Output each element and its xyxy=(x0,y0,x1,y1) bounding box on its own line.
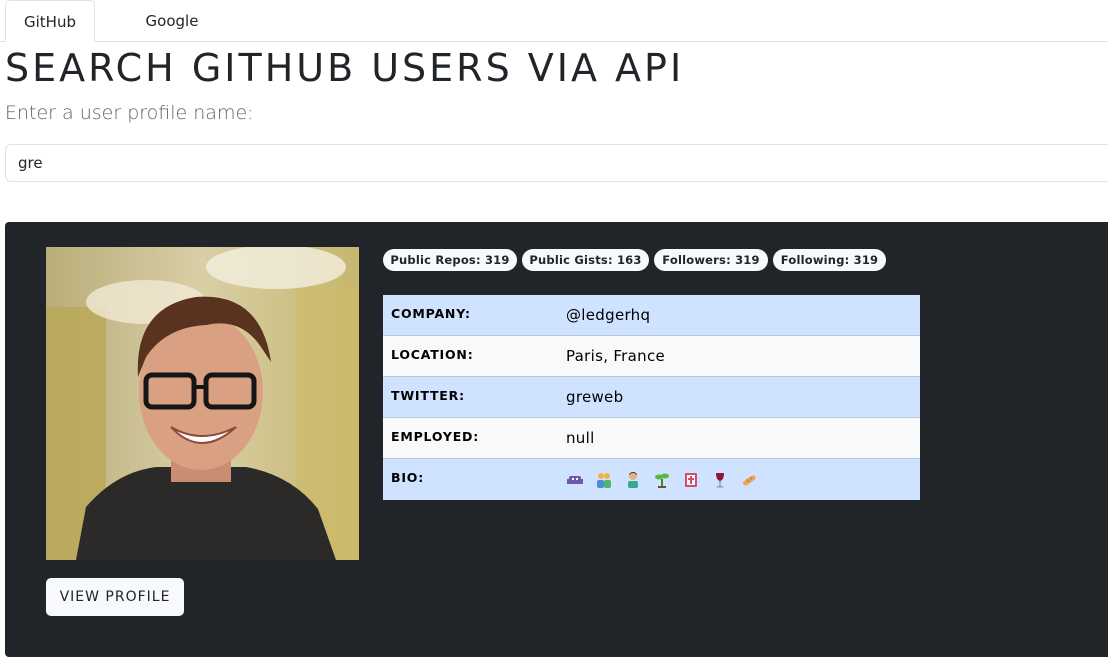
view-profile-button[interactable]: VIEW PROFILE xyxy=(46,578,184,616)
book-icon xyxy=(682,471,700,489)
public-repos-badge: Public Repos: 319 xyxy=(383,249,517,271)
avatar-photo-icon xyxy=(46,247,359,560)
twitter-label: TWITTER: xyxy=(391,388,465,403)
employed-value: null xyxy=(566,429,595,447)
wine-glass-icon xyxy=(711,471,729,489)
location-label: LOCATION: xyxy=(391,347,474,362)
tab-bar: GitHub Google xyxy=(0,0,1108,42)
location-value: Paris, France xyxy=(566,347,666,365)
profile-card: VIEW PROFILE Public Repos: 319 Public Gi… xyxy=(5,222,1108,657)
followers-badge: Followers: 319 xyxy=(654,249,768,271)
search-input[interactable] xyxy=(5,144,1108,182)
tab-google[interactable]: Google xyxy=(127,0,217,42)
person-icon xyxy=(624,471,642,489)
employed-label: EMPLOYED: xyxy=(391,429,480,444)
bio-label: BIO: xyxy=(391,470,425,485)
bread-icon xyxy=(740,471,758,489)
company-value: @ledgerhq xyxy=(566,306,651,324)
people-icon xyxy=(595,471,613,489)
tab-github[interactable]: GitHub xyxy=(5,0,95,42)
table-row: COMPANY: @ledgerhq xyxy=(383,295,920,336)
table-row: TWITTER: greweb xyxy=(383,377,920,418)
avatar xyxy=(46,247,359,560)
profile-details-table: COMPANY: @ledgerhq LOCATION: Paris, Fran… xyxy=(383,295,920,500)
twitter-value: greweb xyxy=(566,388,624,406)
page-title: SEARCH GITHUB USERS VIA API xyxy=(5,46,685,90)
alien-monster-icon xyxy=(566,471,584,489)
search-prompt: Enter a user profile name: xyxy=(5,102,254,124)
public-gists-badge: Public Gists: 163 xyxy=(522,249,649,271)
table-row: EMPLOYED: null xyxy=(383,418,920,459)
table-row: BIO: xyxy=(383,459,920,500)
seedling-icon xyxy=(653,471,671,489)
company-label: COMPANY: xyxy=(391,306,471,321)
table-row: LOCATION: Paris, France xyxy=(383,336,920,377)
following-badge: Following: 319 xyxy=(773,249,886,271)
